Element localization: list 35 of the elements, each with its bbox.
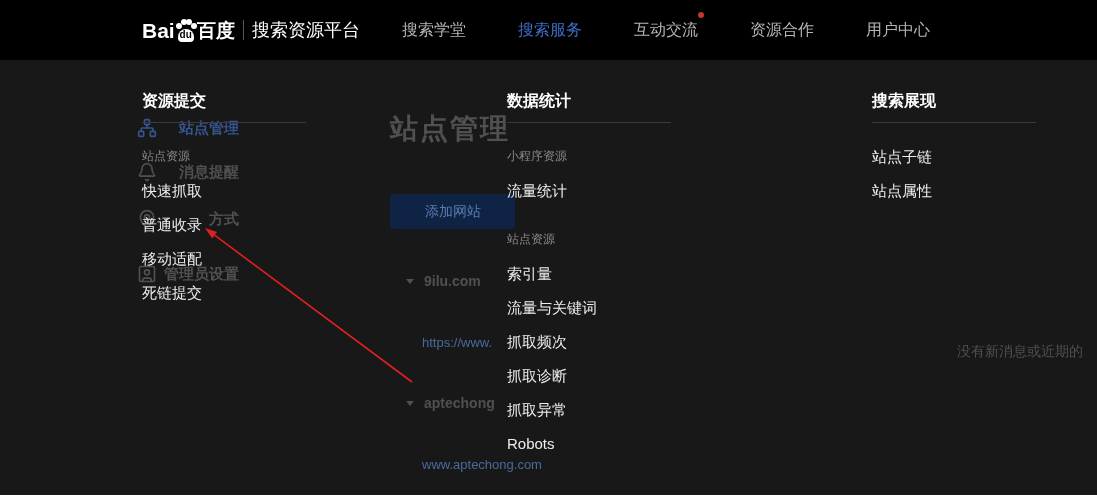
platform-name: 搜索资源平台 — [251, 18, 360, 42]
menu-item[interactable]: 索引量 — [507, 265, 552, 281]
page-title: 站点管理 — [390, 112, 510, 146]
sidebar-icon — [137, 162, 157, 182]
menu-group-label: 站点资源 — [507, 231, 555, 248]
nav-link[interactable]: 互动交流 — [633, 18, 698, 42]
menu-item[interactable]: 抓取异常 — [507, 401, 567, 417]
menu-column-title: 资源提交 — [142, 92, 206, 109]
site-name: aptechong — [424, 394, 495, 413]
menu-column-title: 搜索展现 — [872, 92, 936, 109]
menu-group-label: 小程序资源 — [507, 148, 567, 165]
caret-icon[interactable] — [406, 279, 414, 284]
sidebar-icon — [137, 118, 157, 138]
menu-item[interactable]: 普通收录 — [142, 216, 202, 232]
logo[interactable]: Bai du 百度 — [142, 18, 235, 42]
menu-item[interactable]: Robots — [507, 435, 555, 451]
nav-link[interactable]: 资源合作 — [749, 18, 814, 42]
nav-link[interactable]: 搜索学堂 — [401, 18, 466, 42]
menu-item[interactable]: 流量与关键词 — [507, 299, 597, 315]
menu-group-label: 站点资源 — [142, 148, 190, 164]
caret-icon[interactable] — [406, 401, 414, 406]
menu-item[interactable]: 抓取频次 — [507, 333, 567, 349]
menu-item[interactable]: 抓取诊断 — [507, 367, 567, 383]
menu-item[interactable]: 移动适配 — [142, 250, 202, 266]
menu-item[interactable]: 死链提交 — [142, 284, 202, 300]
sidebar-icon — [137, 264, 157, 284]
menu-column-title: 数据统计 — [507, 92, 571, 109]
site-name: 9ilu.com — [424, 272, 481, 291]
nav-link[interactable]: 用户中心 — [865, 18, 930, 42]
logo-text: Bai — [142, 19, 175, 41]
menu-item[interactable]: 站点子链 — [872, 148, 932, 164]
nav-link[interactable]: 搜索服务 — [517, 18, 582, 42]
logo-text: 百度 — [196, 20, 235, 40]
menu-item[interactable]: 站点属性 — [872, 182, 932, 198]
menu-item[interactable]: 快速抓取 — [142, 182, 202, 198]
